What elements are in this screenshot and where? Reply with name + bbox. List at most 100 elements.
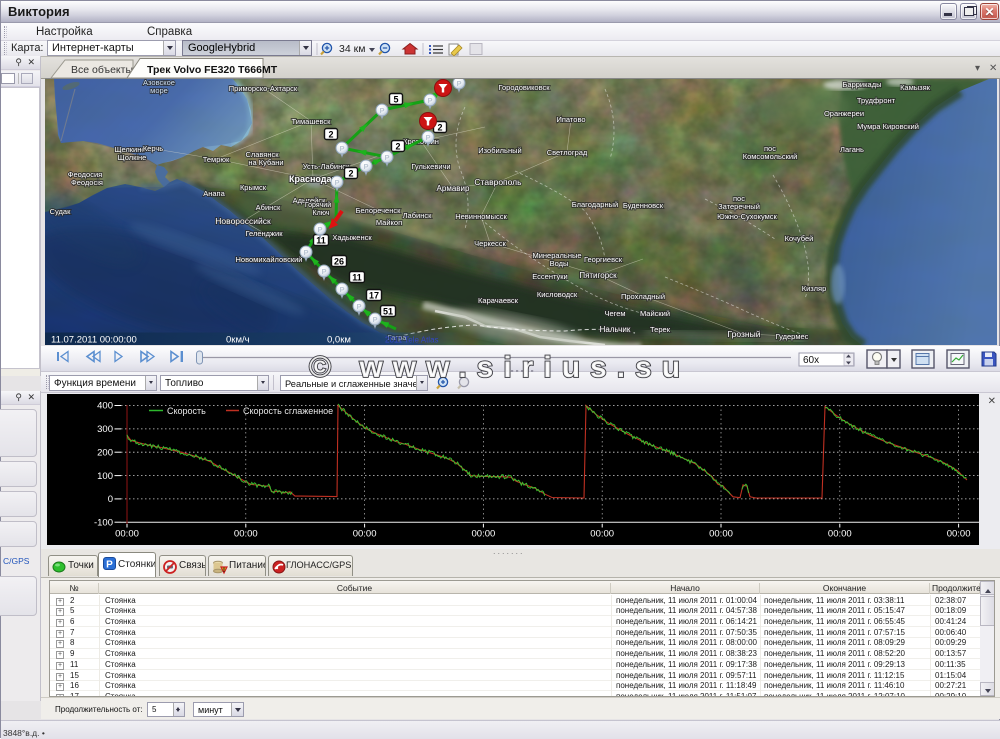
svg-text:Грозный: Грозный	[728, 329, 761, 339]
svg-text:Новороссийск: Новороссийск	[215, 216, 271, 226]
svg-text:-100: -100	[94, 517, 113, 528]
svg-text:Судак: Судак	[50, 207, 71, 216]
svg-text:Камызяк: Камызяк	[900, 83, 931, 92]
svg-text:Трудфронт: Трудфронт	[857, 96, 896, 105]
svg-text:34 км: 34 км	[339, 43, 365, 55]
svg-text:11: 11	[352, 273, 362, 283]
svg-text:Краснодар: Краснодар	[289, 174, 338, 184]
svg-text:Комсомольский: Комсомольский	[743, 152, 798, 161]
svg-text:Трек Volvo FE320 Т666МТ: Трек Volvo FE320 Т666МТ	[147, 64, 278, 76]
svg-text:P: P	[379, 106, 384, 115]
svg-text:Георгиевск: Георгиевск	[584, 255, 623, 264]
svg-text:P: P	[384, 153, 389, 162]
svg-text:P: P	[317, 225, 322, 234]
svg-text:Темрюк: Темрюк	[203, 155, 230, 164]
svg-text:P: P	[372, 315, 377, 324]
svg-text:P: P	[334, 178, 339, 187]
svg-text:P: P	[363, 162, 368, 171]
svg-text:60x: 60x	[803, 355, 819, 366]
svg-text:!: !	[223, 568, 225, 574]
svg-text:100: 100	[97, 471, 113, 482]
svg-text:00:00: 00:00	[709, 529, 733, 540]
svg-text:Прохладный: Прохладный	[621, 292, 665, 301]
svg-text:P: P	[427, 96, 432, 105]
svg-text:Лабинск: Лабинск	[403, 211, 432, 220]
svg-text:Горячий: Горячий	[305, 201, 331, 209]
svg-text:Изобильный: Изобильный	[478, 146, 521, 155]
svg-text:11: 11	[316, 236, 326, 246]
svg-text:Геленджик: Геленджик	[245, 229, 283, 238]
svg-text:на Кубани: на Кубани	[248, 158, 283, 167]
svg-text:P: P	[456, 79, 461, 88]
svg-text:Лагань: Лагань	[840, 145, 864, 154]
svg-text:Приморско-Ахтарск: Приморско-Ахтарск	[229, 84, 298, 93]
svg-text:P: P	[339, 285, 344, 294]
svg-text:Ипатово: Ипатово	[556, 115, 585, 124]
svg-text:Невинномысск: Невинномысск	[455, 212, 507, 221]
svg-text:Майкоп: Майкоп	[376, 218, 402, 227]
svg-text:Затеречный: Затеречный	[718, 202, 760, 211]
svg-text:Нальчик: Нальчик	[600, 325, 631, 334]
svg-text:Кисловодск: Кисловодск	[537, 290, 578, 299]
svg-text:00:00: 00:00	[353, 529, 377, 540]
svg-text:Чегем: Чегем	[604, 309, 625, 318]
svg-text:Тимашевск: Тимашевск	[292, 117, 332, 126]
svg-text:26: 26	[334, 257, 344, 267]
svg-text:Кочубей: Кочубей	[785, 234, 814, 243]
svg-text:P: P	[303, 248, 308, 257]
svg-text:Гудермес: Гудермес	[776, 332, 809, 341]
svg-text:Усть-Лабинск: Усть-Лабинск	[303, 162, 350, 171]
svg-text:P: P	[321, 267, 326, 276]
svg-text:P: P	[356, 302, 361, 311]
svg-text:Карачаевск: Карачаевск	[478, 296, 519, 305]
svg-text:Оранжереи: Оранжереи	[824, 109, 864, 118]
svg-text:Все объекты: Все объекты	[71, 64, 133, 76]
svg-text:200: 200	[97, 447, 113, 458]
svg-text:Ессентуки: Ессентуки	[532, 272, 567, 281]
svg-text:Кизляр: Кизляр	[802, 284, 827, 293]
svg-text:Щолкiне: Щолкiне	[118, 153, 147, 162]
svg-text:Буденновск: Буденновск	[623, 201, 664, 210]
svg-text:400: 400	[97, 401, 113, 412]
svg-text:0км/ч: 0км/ч	[226, 335, 250, 346]
svg-text:▾: ▾	[975, 63, 980, 74]
svg-text:17: 17	[369, 291, 379, 301]
svg-text:Ставрополь: Ставрополь	[474, 177, 522, 187]
svg-text:00:00: 00:00	[590, 529, 614, 540]
svg-text:Белореченск: Белореченск	[356, 206, 402, 215]
svg-text:Баррикады: Баррикады	[842, 80, 881, 89]
svg-text:51: 51	[383, 307, 393, 317]
svg-text:Новомихайловский: Новомихайловский	[236, 255, 303, 264]
svg-text:00:00: 00:00	[828, 529, 852, 540]
svg-text:Керчь: Керчь	[143, 144, 163, 153]
svg-text:Феодосiя: Феодосiя	[71, 178, 103, 187]
svg-text:P: P	[425, 133, 430, 142]
svg-text:Ключ: Ключ	[313, 210, 330, 217]
svg-text:Гулькевичи: Гулькевичи	[411, 162, 450, 171]
svg-text:00:00: 00:00	[472, 529, 496, 540]
svg-text:Анапа: Анапа	[203, 189, 225, 198]
svg-text:Пятигорск: Пятигорск	[579, 271, 617, 280]
svg-text:P: P	[339, 144, 344, 153]
svg-text:00:00: 00:00	[947, 529, 971, 540]
svg-text:P: P	[106, 560, 113, 571]
svg-text:✕: ✕	[989, 63, 997, 74]
svg-text:0: 0	[108, 494, 113, 505]
svg-text:300: 300	[97, 424, 113, 435]
svg-text:Воды: Воды	[550, 259, 569, 268]
svg-text:11.07.2011 00:00:00: 11.07.2011 00:00:00	[51, 335, 137, 346]
svg-text:00:00: 00:00	[115, 529, 139, 540]
svg-text:Крымск: Крымск	[240, 183, 267, 192]
svg-text:5: 5	[393, 95, 398, 105]
svg-text:Абинск: Абинск	[256, 203, 281, 212]
svg-text:0,0км: 0,0км	[327, 335, 351, 346]
svg-text:Городовиковск: Городовиковск	[498, 83, 550, 92]
svg-text:2011 Tele Atlas: 2011 Tele Atlas	[385, 336, 439, 345]
svg-text:Мумра Кировский: Мумра Кировский	[857, 122, 919, 131]
svg-text:Черкесск: Черкесск	[474, 239, 506, 248]
svg-text:2: 2	[328, 130, 333, 140]
svg-text:Майский: Майский	[640, 309, 670, 318]
svg-text:Благодарный: Благодарный	[572, 200, 618, 209]
svg-text:2: 2	[348, 169, 353, 179]
svg-text:море: море	[150, 86, 168, 95]
